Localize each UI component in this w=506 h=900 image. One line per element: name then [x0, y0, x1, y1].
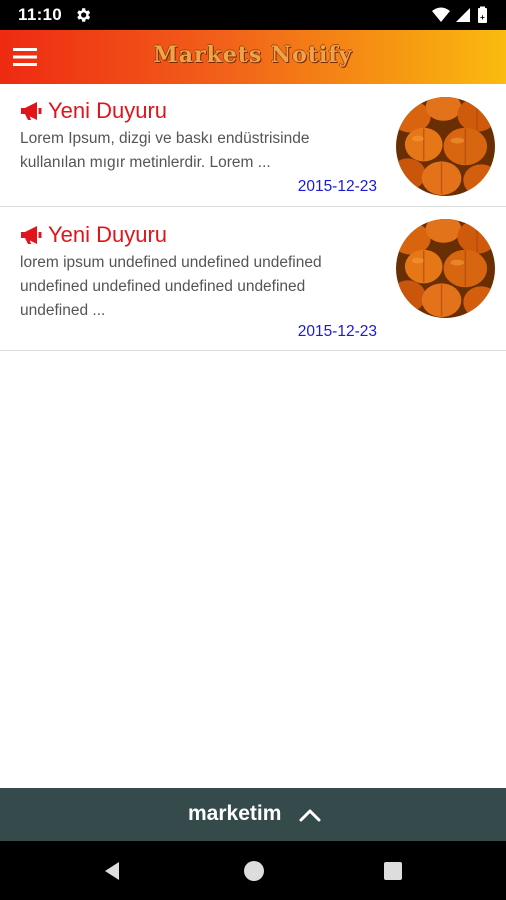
notification-body: Lorem Ipsum, dizgi ve baskı endüstrisind… — [20, 130, 310, 171]
signal-icon — [456, 8, 470, 22]
notification-card[interactable]: Yeni Duyuru Lorem Ipsum, dizgi ve baskı … — [0, 84, 506, 207]
notification-body: lorem ipsum undefined undefined undefine… — [20, 254, 322, 319]
marketim-label: marketim — [188, 802, 282, 825]
svg-text:+: + — [480, 13, 485, 22]
notification-list: Yeni Duyuru Lorem Ipsum, dizgi ve baskı … — [0, 84, 506, 351]
settings-gear-icon — [77, 8, 91, 22]
pumpkins-image — [396, 219, 495, 318]
status-bar: 11:10 + — [0, 0, 506, 30]
pumpkins-image — [396, 97, 495, 196]
notification-card[interactable]: Yeni Duyuru lorem ipsum undefined undefi… — [0, 207, 506, 351]
back-icon[interactable] — [101, 860, 123, 882]
wifi-icon — [432, 7, 450, 22]
home-icon[interactable] — [244, 861, 264, 881]
marketim-bar[interactable]: marketim — [0, 788, 506, 841]
notification-date: 2015-12-23 — [297, 178, 377, 195]
recents-icon[interactable] — [384, 862, 402, 880]
system-nav-bar — [0, 841, 506, 900]
notification-title-text: Yeni Duyuru — [48, 222, 168, 247]
notification-title-text: Yeni Duyuru — [48, 98, 168, 123]
notification-title: Yeni Duyuru — [20, 222, 167, 248]
notification-date: 2015-12-23 — [297, 323, 377, 340]
app-title: Markets Notify — [153, 42, 353, 68]
status-time: 11:10 — [18, 5, 63, 24]
megaphone-icon — [21, 102, 42, 120]
status-indicators: + — [432, 6, 487, 23]
notification-title: Yeni Duyuru — [20, 98, 167, 124]
app-bar: Markets Notify — [0, 30, 506, 84]
megaphone-icon — [21, 226, 42, 244]
chevron-up-icon[interactable] — [298, 805, 322, 823]
